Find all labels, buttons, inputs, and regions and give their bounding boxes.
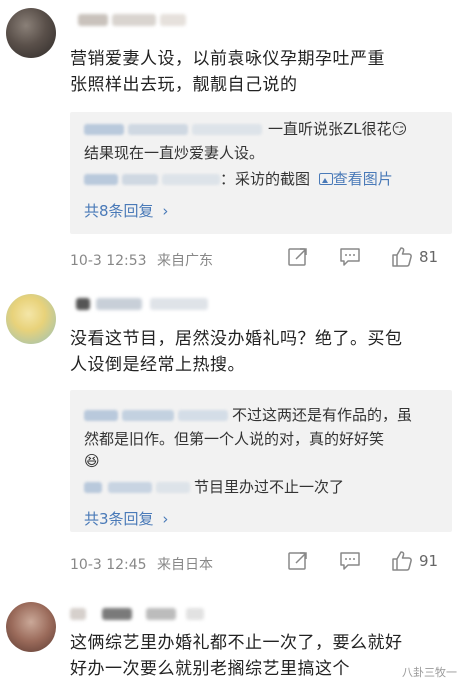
comment-meta: 10-3 12:53 来自广东	[70, 250, 213, 270]
like-icon[interactable]	[391, 550, 413, 572]
reply-username[interactable]	[84, 482, 102, 493]
location: 来自日本	[157, 557, 214, 573]
comment-actions: 81	[221, 246, 461, 270]
replies-box[interactable]: 一直听说张ZL很花😏 结果现在一直炒爱妻人设。 ：采访的截图 查看图片 共8条回…	[70, 112, 452, 234]
comment-meta: 10-3 12:45 来自日本	[70, 554, 213, 574]
username-blur	[102, 608, 132, 620]
reply-username[interactable]	[84, 124, 124, 135]
username[interactable]	[70, 608, 86, 620]
reply-username[interactable]	[84, 410, 118, 421]
avatar[interactable]	[6, 602, 56, 652]
reply-text-line: 😆	[84, 450, 442, 472]
username[interactable]	[78, 14, 108, 26]
reply-username-blur	[122, 174, 158, 185]
like-count: 91	[419, 552, 439, 570]
reply-username[interactable]	[84, 174, 118, 185]
timestamp: 10-3 12:53	[70, 253, 147, 269]
like-icon[interactable]	[391, 246, 413, 268]
comment-actions: 91	[221, 550, 461, 574]
reply-username-blur	[162, 174, 220, 185]
image-icon[interactable]	[318, 173, 333, 185]
comment-text: 营销爱妻人设，以前袁咏仪孕期孕吐严重 张照样出去玩，靓靓自己说的	[70, 49, 385, 95]
timestamp: 10-3 12:45	[70, 557, 147, 573]
like-count: 81	[419, 248, 439, 266]
more-replies-link[interactable]: 共3条回复 ›	[84, 508, 168, 529]
view-image-link[interactable]: 查看图片	[333, 170, 393, 188]
comment-feed: 营销爱妻人设，以前袁咏仪孕期孕吐严重 张照样出去玩，靓靓自己说的 一直听说张ZL…	[0, 0, 461, 686]
more-replies-link[interactable]: 共8条回复 ›	[84, 200, 168, 221]
reply-item[interactable]: 一直听说张ZL很花😏	[84, 118, 442, 140]
share-icon[interactable]	[287, 550, 309, 572]
reply-username-blur	[108, 482, 152, 493]
reply-username-blur	[156, 482, 190, 493]
username-blur	[112, 14, 156, 26]
comment-icon[interactable]	[339, 246, 361, 268]
username-blur	[146, 608, 176, 620]
username-blur	[96, 298, 142, 310]
reply-text-line: 然都是旧作。但第一个人说的对，真的好好笑	[84, 430, 385, 448]
username-blur	[160, 14, 186, 26]
reply-item[interactable]: 不过这两还是有作品的，虽	[84, 404, 442, 426]
watermark: 八卦三牧一	[402, 666, 457, 679]
reply-item[interactable]: ：采访的截图 查看图片	[84, 168, 442, 190]
reply-item[interactable]: 节目里办过不止一次了	[84, 476, 442, 498]
share-icon[interactable]	[287, 246, 309, 268]
comment-item: 没看这节目，居然没办婚礼吗？绝了。买包 人设倒是经常上热搜。 不过这两还是有作品…	[0, 284, 461, 574]
reply-username-blur	[128, 124, 188, 135]
location: 来自广东	[157, 253, 214, 269]
comment-icon[interactable]	[339, 550, 361, 572]
comment-item: 这俩综艺里办婚礼都不止一次了，要么就好 好办一次要么就别老搁综艺里搞这个	[0, 596, 461, 686]
chevron-right-icon: ›	[162, 510, 169, 528]
avatar[interactable]	[6, 294, 56, 344]
username-blur	[150, 298, 208, 310]
reply-username-blur	[122, 410, 174, 421]
reply-text-line: 结果现在一直炒爱妻人设。	[84, 144, 265, 162]
comment-text: 没看这节目，居然没办婚礼吗？绝了。买包 人设倒是经常上热搜。	[70, 329, 403, 375]
laugh-emoji-icon: 😆	[84, 452, 100, 470]
comment-item: 营销爱妻人设，以前袁咏仪孕期孕吐严重 张照样出去玩，靓靓自己说的 一直听说张ZL…	[0, 0, 461, 280]
username[interactable]	[76, 298, 90, 310]
avatar[interactable]	[6, 8, 56, 58]
replies-box[interactable]: 不过这两还是有作品的，虽 然都是旧作。但第一个人说的对，真的好好笑 😆 节目里办…	[70, 390, 452, 532]
comment-text: 这俩综艺里办婚礼都不止一次了，要么就好 好办一次要么就别老搁综艺里搞这个	[70, 633, 403, 679]
smirk-emoji-icon: 😏	[391, 120, 408, 138]
reply-username-blur	[192, 124, 262, 135]
reply-username-blur	[178, 410, 228, 421]
username-blur	[186, 608, 204, 620]
chevron-right-icon: ›	[162, 202, 169, 220]
